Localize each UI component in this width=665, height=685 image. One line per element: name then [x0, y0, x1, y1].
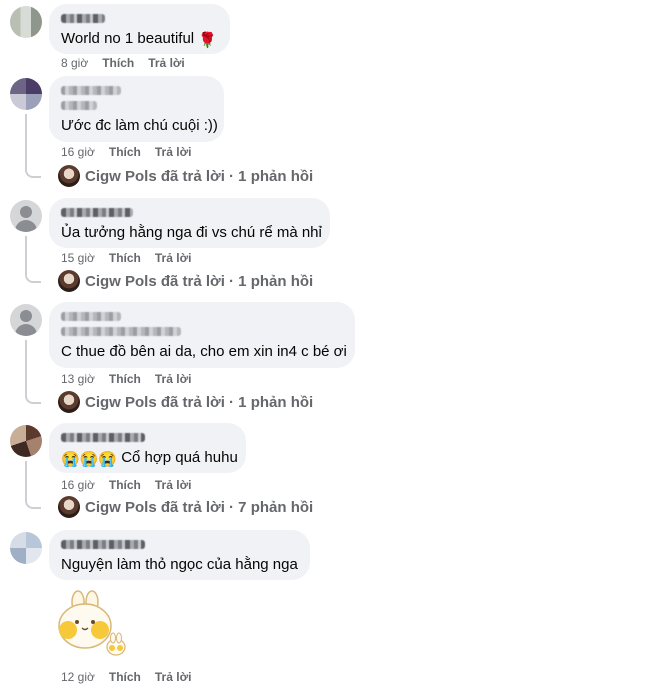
commenter-name-blurred[interactable]: [61, 540, 145, 549]
thread-line: [25, 461, 27, 497]
comment-time[interactable]: 13 giờ: [61, 372, 95, 386]
view-replies-link[interactable]: Cigw Pols đã trả lời · 1 phản hồi: [85, 273, 313, 290]
commenter-subname-blurred: [61, 327, 181, 336]
comment-text: Nguyện làm thỏ ngọc của hằng nga: [61, 556, 298, 573]
thread-connector: [25, 392, 41, 404]
comment-bubble: C thue đồ bên ai da, cho em xin in4 c bé…: [49, 302, 355, 368]
commenter-name-blurred[interactable]: [61, 433, 145, 442]
comment-bubble: Nguyện làm thỏ ngọc của hằng nga: [49, 530, 310, 580]
like-button[interactable]: Thích: [109, 251, 141, 265]
comment-actions: 15 giờ Thích Trả lời: [61, 251, 205, 265]
like-button[interactable]: Thích: [109, 670, 141, 684]
avatar[interactable]: [10, 200, 42, 232]
comment-time[interactable]: 8 giờ: [61, 56, 88, 70]
comment-bubble: World no 1 beautiful 🌹: [49, 4, 230, 54]
crying-emoji: 😭😭😭: [61, 451, 118, 468]
rose-emoji: 🌹: [198, 32, 217, 49]
comment-text: Ủa tưởng hằng nga đi vs chú rể mà nhỉ: [61, 224, 322, 241]
view-replies-link[interactable]: Cigw Pols đã trả lời · 7 phản hồi: [85, 499, 313, 516]
avatar[interactable]: [10, 6, 42, 38]
replier-avatar[interactable]: [58, 270, 80, 292]
avatar[interactable]: [10, 78, 42, 110]
reply-button[interactable]: Trả lời: [155, 145, 192, 159]
avatar[interactable]: [10, 304, 42, 336]
avatar[interactable]: [10, 425, 42, 457]
thread-connector: [25, 166, 41, 178]
avatar[interactable]: [10, 532, 42, 564]
like-button[interactable]: Thích: [102, 56, 134, 70]
comment-time[interactable]: 15 giờ: [61, 251, 95, 265]
reply-button[interactable]: Trả lời: [155, 478, 192, 492]
like-button[interactable]: Thích: [109, 478, 141, 492]
comment-text: C thue đồ bên ai da, cho em xin in4 c bé…: [61, 343, 347, 360]
commenter-subname-blurred: [61, 101, 97, 110]
comment-actions: 12 giờ Thích Trả lời: [61, 670, 205, 684]
reply-button[interactable]: Trả lời: [155, 372, 192, 386]
view-replies-link[interactable]: Cigw Pols đã trả lời · 1 phản hồi: [85, 394, 313, 411]
thread-line: [25, 340, 27, 392]
thread-line: [25, 236, 27, 271]
commenter-name-blurred[interactable]: [61, 312, 121, 321]
reply-button[interactable]: Trả lời: [155, 251, 192, 265]
comment-actions: 8 giờ Thích Trả lời: [61, 56, 199, 70]
comment-time[interactable]: 12 giờ: [61, 670, 95, 684]
comment-time[interactable]: 16 giờ: [61, 145, 95, 159]
commenter-name-blurred[interactable]: [61, 208, 133, 217]
reply-button[interactable]: Trả lời: [148, 56, 185, 70]
comment-actions: 13 giờ Thích Trả lời: [61, 372, 205, 386]
replier-avatar[interactable]: [58, 391, 80, 413]
bunny-sticker: [58, 590, 126, 656]
replier-avatar[interactable]: [58, 496, 80, 518]
comment-bubble: 😭😭😭 Cổ hợp quá huhu: [49, 423, 246, 473]
comment-text: Ước đc làm chú cuội :)): [61, 117, 218, 134]
like-button[interactable]: Thích: [109, 145, 141, 159]
comment-time[interactable]: 16 giờ: [61, 478, 95, 492]
commenter-name-blurred[interactable]: [61, 14, 105, 23]
like-button[interactable]: Thích: [109, 372, 141, 386]
view-replies-link[interactable]: Cigw Pols đã trả lời · 1 phản hồi: [85, 168, 313, 185]
thread-connector: [25, 271, 41, 283]
replier-avatar[interactable]: [58, 165, 80, 187]
reply-button[interactable]: Trả lời: [155, 670, 192, 684]
commenter-name-blurred[interactable]: [61, 86, 121, 95]
thread-connector: [25, 497, 41, 509]
comment-text: World no 1 beautiful 🌹: [61, 30, 217, 49]
comment-bubble: Ủa tưởng hằng nga đi vs chú rể mà nhỉ: [49, 198, 330, 248]
thread-line: [25, 114, 27, 166]
comment-actions: 16 giờ Thích Trả lời: [61, 478, 205, 492]
comment-bubble: Ước đc làm chú cuội :)): [49, 76, 224, 142]
comment-text: 😭😭😭 Cổ hợp quá huhu: [61, 449, 238, 468]
comment-actions: 16 giờ Thích Trả lời: [61, 145, 205, 159]
